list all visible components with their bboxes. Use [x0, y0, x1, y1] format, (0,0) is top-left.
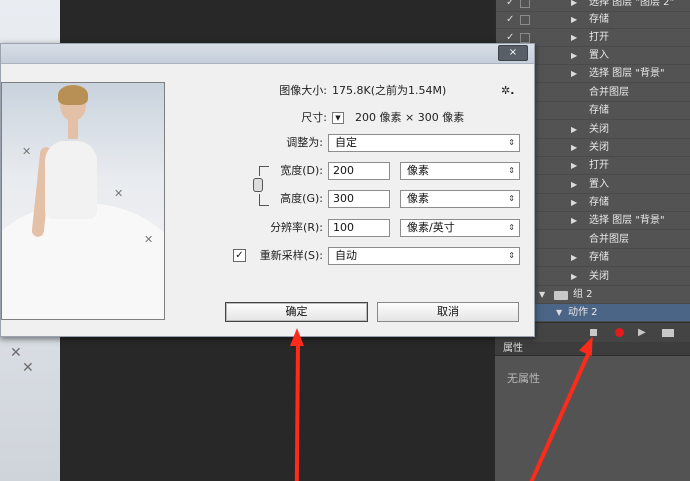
annotation-arrowhead-ok [290, 328, 304, 346]
width-unit-value: 像素 [407, 164, 429, 177]
play-icon: ▶ [638, 327, 646, 338]
dragonfly-icon: ✕ [144, 233, 154, 246]
resolution-unit-select[interactable]: 像素/英寸 ⇕ [400, 219, 520, 237]
gear-icon[interactable]: ✲. [501, 82, 514, 100]
folder-icon [554, 291, 568, 300]
expand-triangle-icon[interactable]: ▶ [571, 249, 577, 267]
width-input[interactable]: 200 [328, 162, 390, 180]
action-step-label: 选择 图层 "背景" [589, 215, 665, 226]
action-step-label: 关闭 [589, 124, 609, 135]
expand-triangle-icon[interactable]: ▶ [571, 29, 577, 47]
dimensions-value: 200 像素 × 300 像素 [355, 111, 465, 124]
hair-shape [58, 85, 88, 105]
action-step-label: 选择 图层 "背景" [589, 68, 665, 79]
record-button[interactable] [613, 326, 627, 340]
select-arrows-icon: ⇕ [508, 166, 515, 175]
select-arrows-icon: ⇕ [508, 251, 515, 260]
ok-button[interactable]: 确定 [225, 302, 368, 322]
expand-triangle-icon[interactable]: ▶ [571, 11, 577, 29]
record-icon [615, 328, 624, 337]
expand-triangle-icon[interactable]: ▶ [571, 139, 577, 157]
width-unit-select[interactable]: 像素 ⇕ [400, 162, 520, 180]
dragonfly-icon: ✕ [22, 145, 32, 158]
properties-panel: 无属性 [495, 356, 690, 481]
action-step[interactable]: ✓ ▶ 存储 [496, 11, 690, 29]
collapse-triangle-icon[interactable]: ▼ [539, 286, 545, 304]
fit-to-label: 调整为: [286, 136, 323, 149]
action-step-label: 置入 [589, 179, 609, 190]
select-arrows-icon: ⇕ [508, 138, 515, 147]
image-size-label: 图像大小: [279, 84, 327, 97]
dialog-title-bar[interactable]: × [1, 44, 534, 64]
select-arrows-icon: ⇕ [508, 223, 515, 232]
no-properties-text: 无属性 [507, 372, 540, 385]
action-step-label: 存储 [589, 105, 609, 116]
close-button[interactable]: × [498, 45, 528, 61]
action-step-label: 合并图层 [589, 234, 629, 245]
fit-to-value: 自定 [335, 136, 357, 149]
action-step-label: 存储 [589, 197, 609, 208]
expand-triangle-icon[interactable]: ▶ [571, 157, 577, 175]
resample-method-select[interactable]: 自动 ⇕ [328, 247, 520, 265]
height-input[interactable]: 300 [328, 190, 390, 208]
action-step-label: 存储 [589, 14, 609, 25]
action-set-label: 组 2 [573, 289, 593, 300]
expand-triangle-icon[interactable]: ▶ [571, 212, 577, 230]
constrain-proportions-link-icon[interactable] [253, 178, 263, 192]
resample-method-value: 自动 [335, 249, 357, 262]
image-size-dialog: × ✕ ✕ ✕ 图像大小: 175.8K(之前为1.54M) ✲. 尺寸: ▼ … [0, 43, 535, 337]
stop-icon [590, 329, 597, 336]
resolution-label: 分辨率(R): [270, 221, 323, 234]
cancel-button[interactable]: 取消 [377, 302, 519, 322]
image-preview[interactable]: ✕ ✕ ✕ [1, 82, 165, 320]
bodice-shape [45, 141, 97, 219]
expand-triangle-icon[interactable]: ▶ [571, 268, 577, 286]
dimensions-unit-dropdown[interactable]: ▼ [332, 112, 344, 124]
expand-triangle-icon[interactable]: ▶ [571, 194, 577, 212]
expand-triangle-icon[interactable]: ▶ [571, 121, 577, 139]
folder-icon [662, 329, 674, 337]
dialog-toggle-box[interactable] [520, 15, 530, 25]
resolution-unit-value: 像素/英寸 [407, 221, 455, 234]
dialog-toggle-box[interactable] [520, 33, 530, 43]
dimensions-label: 尺寸: [301, 111, 327, 124]
width-label: 宽度(D): [280, 164, 323, 177]
dialog-toggle-box[interactable] [520, 0, 530, 8]
height-unit-value: 像素 [407, 192, 429, 205]
play-button[interactable]: ▶ [638, 326, 652, 340]
resolution-input[interactable]: 100 [328, 219, 390, 237]
collapse-triangle-icon[interactable]: ▼ [556, 304, 562, 322]
action-step-label: 合并图层 [589, 87, 629, 98]
toggle-check-icon[interactable]: ✓ [506, 11, 518, 29]
image-size-value: 175.8K(之前为1.54M) [332, 84, 447, 97]
dragonfly-icon: ✕ [114, 187, 124, 200]
action-step-label: 打开 [589, 32, 609, 43]
resample-checkbox[interactable]: ✓ [233, 249, 246, 262]
neck-shape [68, 119, 78, 139]
expand-triangle-icon[interactable]: ▶ [571, 176, 577, 194]
dragonfly-decoration: ✕ [22, 360, 34, 376]
select-arrows-icon: ⇕ [508, 194, 515, 203]
new-set-button[interactable] [661, 326, 675, 340]
resample-label: 重新采样(S): [259, 249, 323, 262]
action-step-label: 置入 [589, 50, 609, 61]
action-label: 动作 2 [568, 307, 598, 318]
action-step-label: 存储 [589, 252, 609, 263]
action-step-label: 关闭 [589, 271, 609, 282]
tab-properties[interactable]: 属性 [503, 342, 523, 356]
height-unit-select[interactable]: 像素 ⇕ [400, 190, 520, 208]
action-step-label: 打开 [589, 160, 609, 171]
fit-to-select[interactable]: 自定 ⇕ [328, 134, 520, 152]
gown-shape [2, 203, 164, 319]
height-label: 高度(G): [280, 192, 323, 205]
expand-triangle-icon[interactable]: ▶ [571, 47, 577, 65]
action-step-label: 关闭 [589, 142, 609, 153]
expand-triangle-icon[interactable]: ▶ [571, 65, 577, 83]
dragonfly-decoration: ✕ [10, 345, 22, 361]
